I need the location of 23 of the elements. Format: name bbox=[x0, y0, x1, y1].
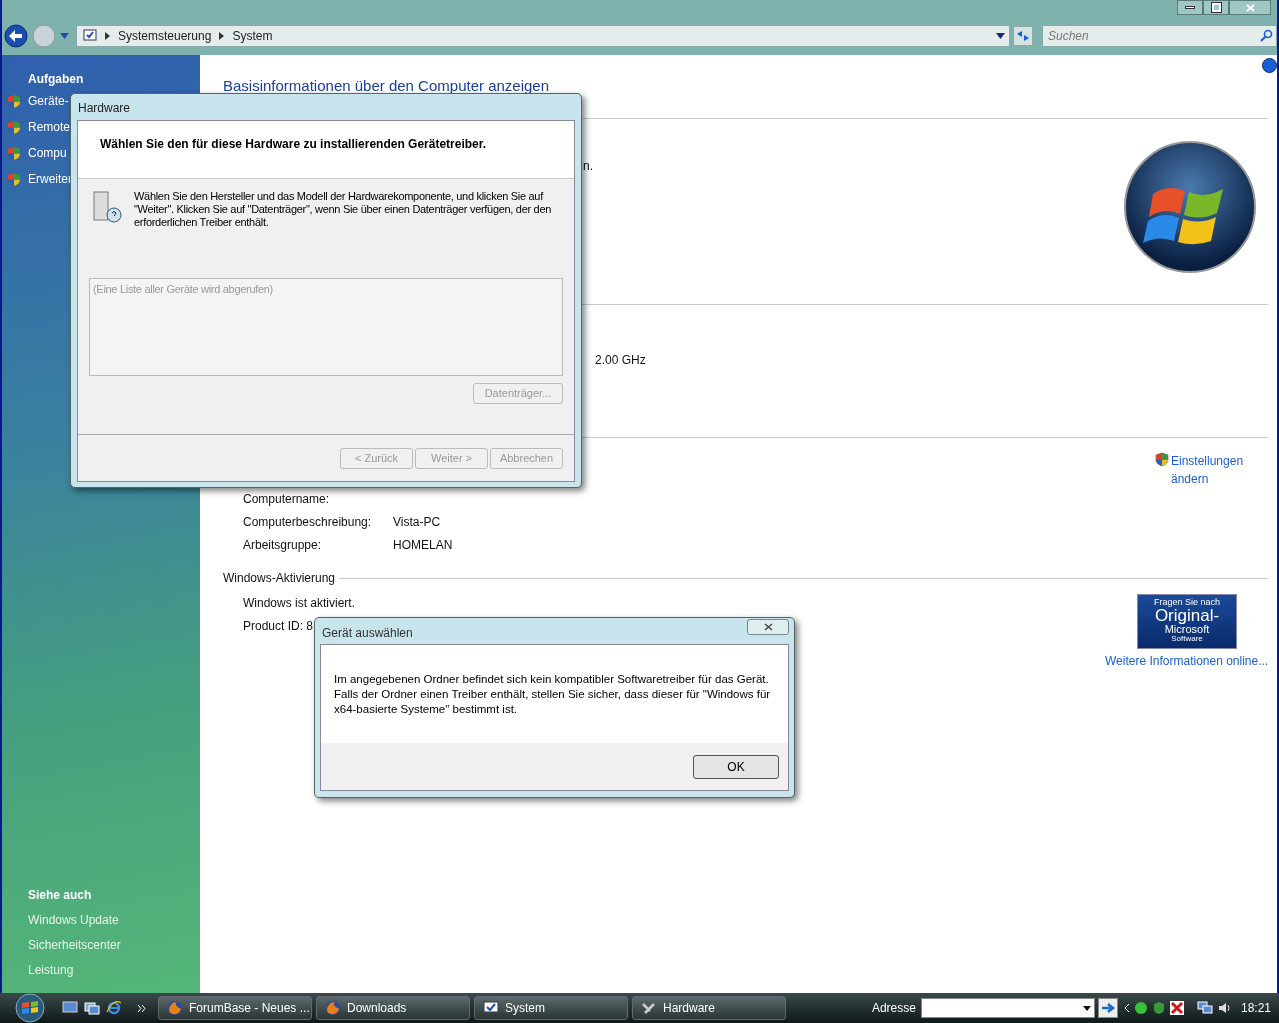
section-heading: Windows-Aktivierung bbox=[223, 570, 336, 587]
error-message: Im angegebenen Ordner befindet sich kein kompatibler Softwaretreiber für das Gerät. Falls der Ordner einen Treiber enthält, stellen Sie sicher, dass dieser für "Windows für x64-basierte Systeme" bestimmt ist. bbox=[334, 672, 772, 717]
field-value: HOMELAN bbox=[393, 537, 453, 551]
field-value: Vista-PC bbox=[393, 514, 441, 528]
edition-text: n. bbox=[583, 158, 593, 175]
product-id: Product ID: 8 bbox=[243, 618, 314, 635]
badge-text: Microsoft bbox=[1164, 624, 1210, 635]
dialog-heading: Wählen Sie den für diese Hardware zu installierenden Gerätetreiber. bbox=[100, 137, 487, 151]
dialog-title: Hardware bbox=[78, 100, 131, 117]
field-label: Arbeitsgruppe: bbox=[243, 537, 323, 551]
dialog-title: Gerät auswählen bbox=[322, 625, 413, 642]
section-heading: Siehe auch bbox=[28, 887, 93, 904]
activation-status: Windows ist aktiviert. bbox=[243, 595, 356, 612]
badge-text: Original- bbox=[1154, 607, 1220, 624]
page-title: Basisinformationen über den Computer anzeigen bbox=[223, 76, 550, 96]
field-label: Computerbeschreibung: bbox=[243, 514, 373, 528]
badge-text: Software bbox=[1171, 635, 1203, 643]
badge-text: Fragen Sie nach bbox=[1153, 598, 1220, 607]
processor-speed: 2.00 GHz bbox=[595, 352, 646, 369]
instructions: Wählen Sie den Hersteller und das Modell der Hardwarekomponente, und klicken Sie auf "Weiter". Klicken Sie auf "Datenträger", wenn Sie über einen Datenträger verfügen, der den erforderlichen Treiber enthält. bbox=[134, 190, 553, 229]
address-toolbar-label: Adresse bbox=[871, 1000, 916, 1017]
section-heading: Aufgaben bbox=[27, 71, 85, 88]
field-label: Computername: bbox=[243, 491, 331, 505]
